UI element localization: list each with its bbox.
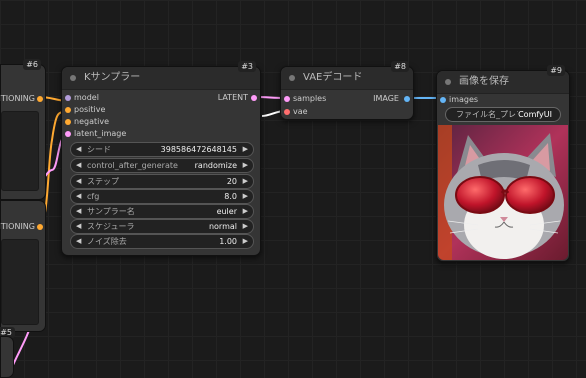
decrement-arrow-icon[interactable]: ◀ — [76, 190, 81, 203]
increment-arrow-icon[interactable]: ▶ — [243, 175, 248, 188]
filename-prefix-input[interactable]: ファイル名_プレフ ComfyUI — [445, 107, 561, 122]
clip-text-encode-node-top[interactable]: #6 CONDITIONING — [0, 59, 46, 200]
control-after-generate-widget[interactable]: ◀ control_after_generate randomize ▶ — [70, 158, 254, 173]
output-label-latent: LATENT — [217, 93, 248, 102]
scheduler-widget[interactable]: ◀ スケジューラ normal ▶ — [70, 219, 254, 234]
widget-label: ノイズ除去 — [87, 237, 127, 246]
increment-arrow-icon[interactable]: ▶ — [243, 190, 248, 203]
node-id-badge: #8 — [391, 61, 409, 72]
widget-value: normal — [208, 222, 237, 231]
widget-label: サンプラー名 — [87, 207, 135, 216]
node-id-badge: #3 — [238, 61, 256, 72]
widget-label: スケジューラ — [87, 222, 135, 231]
filename-prefix-value: ファイル名_プレフ — [456, 110, 524, 119]
widget-value: randomize — [194, 161, 237, 170]
text-prompt-area[interactable] — [1, 111, 39, 191]
collapse-dot-icon[interactable] — [289, 75, 295, 81]
node-title: 画像を保存 — [459, 76, 509, 87]
output-label-conditioning: CONDITIONING — [0, 222, 35, 231]
conditioning-output-port[interactable] — [37, 224, 43, 230]
increment-arrow-icon[interactable]: ▶ — [243, 220, 248, 233]
node-id-badge: #6 — [23, 59, 41, 70]
preview-image[interactable] — [438, 125, 568, 260]
model-input-port[interactable] — [65, 95, 71, 101]
output-label-image: IMAGE — [373, 94, 399, 103]
widget-value: 1.00 — [219, 237, 237, 246]
increment-arrow-icon[interactable]: ▶ — [243, 143, 248, 156]
input-label-model: model — [74, 93, 99, 102]
seed-widget[interactable]: ◀ シード 398586472648145 ▶ — [70, 142, 254, 157]
input-label-latent-image: latent_image — [74, 129, 127, 138]
output-label-conditioning: CONDITIONING — [0, 94, 35, 103]
node-title: VAEデコード — [303, 72, 363, 83]
clip-text-encode-node-middle[interactable]: CONDITIONING #5 — [0, 200, 46, 338]
widget-label: cfg — [87, 192, 100, 201]
cfg-widget[interactable]: ◀ cfg 8.0 ▶ — [70, 189, 254, 204]
increment-arrow-icon[interactable]: ▶ — [243, 235, 248, 248]
node-id-badge: #9 — [547, 65, 565, 76]
input-label-images: images — [449, 95, 479, 104]
image-output-port[interactable] — [404, 96, 410, 102]
decrement-arrow-icon[interactable]: ◀ — [76, 175, 81, 188]
samples-input-port[interactable] — [284, 96, 290, 102]
increment-arrow-icon[interactable]: ▶ — [243, 159, 248, 172]
widget-value: 398586472648145 — [160, 145, 237, 154]
node-title-bar[interactable]: Kサンプラー — [62, 67, 260, 90]
filename-prefix-overlay: ComfyUI — [518, 108, 552, 121]
node-title: Kサンプラー — [84, 72, 141, 83]
images-input-port[interactable] — [440, 97, 446, 103]
increment-arrow-icon[interactable]: ▶ — [243, 205, 248, 218]
save-image-node[interactable]: 画像を保存 #9 images ファイル名_プレフ ComfyUI — [436, 65, 570, 262]
decrement-arrow-icon[interactable]: ◀ — [76, 235, 81, 248]
widget-label: シード — [87, 145, 111, 154]
denoise-widget[interactable]: ◀ ノイズ除去 1.00 ▶ — [70, 234, 254, 249]
input-label-vae: vae — [293, 107, 308, 116]
widget-value: 8.0 — [224, 192, 237, 201]
cat-with-red-sunglasses-image — [438, 125, 568, 260]
collapse-dot-icon[interactable] — [70, 75, 76, 81]
vae-decode-node[interactable]: VAEデコード #8 samples vae IMAGE — [280, 61, 414, 120]
sampler-name-widget[interactable]: ◀ サンプラー名 euler ▶ — [70, 204, 254, 219]
widget-label: control_after_generate — [87, 161, 178, 170]
input-label-positive: positive — [74, 105, 106, 114]
widget-value: euler — [216, 207, 237, 216]
decrement-arrow-icon[interactable]: ◀ — [76, 205, 81, 218]
decrement-arrow-icon[interactable]: ◀ — [76, 220, 81, 233]
latent-input-port[interactable] — [65, 131, 71, 137]
input-label-samples: samples — [293, 94, 327, 103]
collapse-dot-icon[interactable] — [445, 79, 451, 85]
positive-input-port[interactable] — [65, 107, 71, 113]
widget-value: 20 — [226, 177, 237, 186]
text-prompt-area[interactable] — [1, 239, 39, 325]
latent-output-port[interactable] — [251, 95, 257, 101]
input-label-negative: negative — [74, 117, 109, 126]
decrement-arrow-icon[interactable]: ◀ — [76, 143, 81, 156]
decrement-arrow-icon[interactable]: ◀ — [76, 159, 81, 172]
steps-widget[interactable]: ◀ ステップ 20 ▶ — [70, 174, 254, 189]
widget-label: ステップ — [87, 177, 119, 186]
vae-input-port[interactable] — [284, 109, 290, 115]
ksampler-node[interactable]: Kサンプラー #3 model positive negative latent… — [61, 61, 261, 256]
conditioning-output-port[interactable] — [37, 96, 43, 102]
negative-input-port[interactable] — [65, 119, 71, 125]
